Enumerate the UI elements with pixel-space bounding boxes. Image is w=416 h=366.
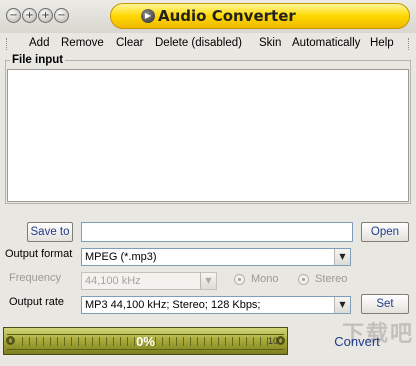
output-rate-select[interactable]: MP3 44,100 kHz; Stereo; 128 Kbps; ▼ bbox=[81, 296, 351, 314]
mono-radio[interactable] bbox=[234, 274, 245, 285]
menu-automatically[interactable]: Automatically bbox=[292, 37, 360, 49]
stereo-label: Stereo bbox=[315, 273, 348, 285]
progress-bar: 0 100 0% bbox=[3, 327, 288, 355]
zoom-out-icon[interactable]: − bbox=[54, 8, 69, 23]
play-icon: ▶ bbox=[141, 9, 155, 23]
menu-delete[interactable]: Delete (disabled) bbox=[155, 37, 242, 49]
convert-button[interactable]: Convert bbox=[305, 330, 409, 354]
open-button[interactable]: Open bbox=[361, 222, 409, 242]
chevron-down-icon[interactable]: ▼ bbox=[334, 297, 350, 313]
output-format-value: MPEG (*.mp3) bbox=[85, 251, 157, 263]
menu-help[interactable]: Help bbox=[370, 37, 394, 49]
mono-label: Mono bbox=[251, 273, 279, 285]
chevron-down-icon[interactable]: ▼ bbox=[334, 249, 350, 265]
minimize-icon[interactable]: − bbox=[6, 8, 21, 23]
set-button[interactable]: Set bbox=[361, 294, 409, 314]
stereo-radio[interactable] bbox=[298, 274, 309, 285]
output-rate-label: Output rate bbox=[9, 296, 65, 308]
zoom-in-icon[interactable]: + bbox=[22, 8, 37, 23]
output-format-label: Output format bbox=[5, 248, 73, 260]
maximize-icon[interactable]: + bbox=[38, 8, 53, 23]
menu-clear[interactable]: Clear bbox=[116, 37, 143, 49]
file-list[interactable] bbox=[7, 69, 409, 202]
menu-remove[interactable]: Remove bbox=[61, 37, 104, 49]
window-title: Audio Converter bbox=[158, 7, 296, 25]
chevron-down-icon[interactable]: ▼ bbox=[200, 273, 216, 289]
title-pill: ▶ Audio Converter bbox=[110, 3, 410, 29]
output-rate-value: MP3 44,100 kHz; Stereo; 128 Kbps; bbox=[85, 299, 261, 311]
frequency-label: Frequency bbox=[9, 272, 61, 284]
save-to-button[interactable]: Save to bbox=[27, 222, 73, 242]
toolbar-grip-icon bbox=[6, 38, 9, 50]
output-format-select[interactable]: MPEG (*.mp3) ▼ bbox=[81, 248, 351, 266]
frequency-select[interactable]: 44,100 kHz ▼ bbox=[81, 272, 217, 290]
file-input-label: File input bbox=[10, 54, 66, 66]
save-path-input[interactable] bbox=[81, 222, 353, 242]
frequency-value: 44,100 kHz bbox=[85, 275, 141, 287]
toolbar-grip-icon bbox=[408, 38, 411, 50]
menu-add[interactable]: Add bbox=[29, 37, 49, 49]
progress-percent: 0% bbox=[136, 334, 155, 349]
title-bar: − + + − ▶ Audio Converter bbox=[0, 0, 416, 33]
menu-skin[interactable]: Skin bbox=[259, 37, 281, 49]
menu-bar: Add Remove Clear Delete (disabled) Skin … bbox=[0, 33, 416, 55]
